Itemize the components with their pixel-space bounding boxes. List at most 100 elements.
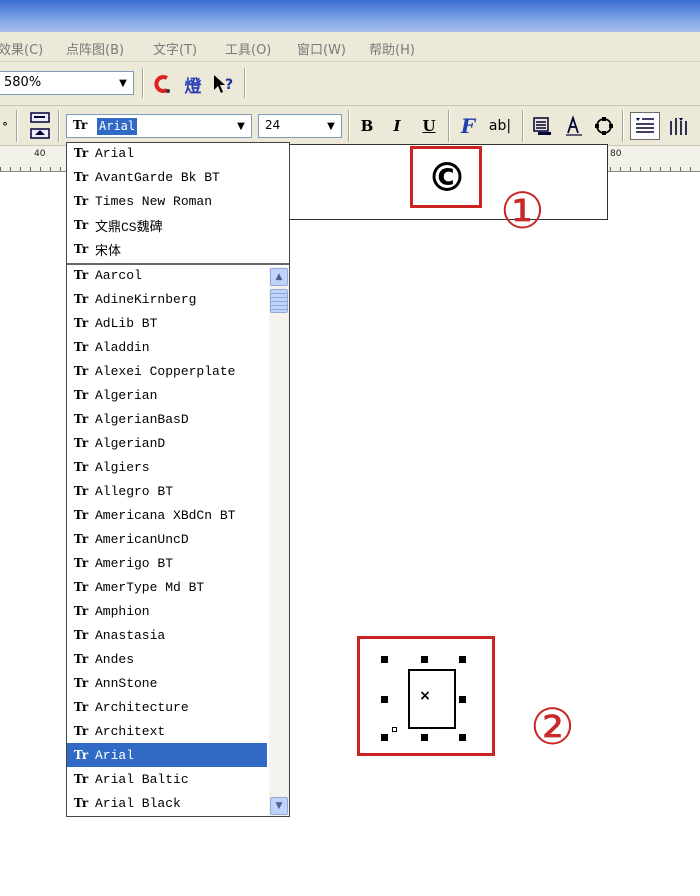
corel-launcher-icon[interactable] (150, 72, 174, 96)
font-name-input[interactable]: Arial (97, 118, 138, 135)
font-list-item[interactable]: Tr AmericanUncD (67, 527, 267, 551)
truetype-font-icon: Tr (73, 652, 89, 666)
font-list-item[interactable]: Tr AmerType Md BT (67, 575, 267, 599)
truetype-font-icon: Tr (73, 170, 89, 184)
scroll-down-button[interactable]: ▼ (270, 797, 288, 815)
font-list-scrollbar[interactable]: ▲ ▼ (269, 267, 289, 816)
chevron-down-icon[interactable]: ▼ (231, 115, 251, 137)
toolbar-separator (58, 110, 60, 142)
selection-handle[interactable] (421, 734, 428, 741)
font-list-item-selected[interactable]: Tr Arial (67, 743, 267, 767)
font-list-item[interactable]: Tr Arial Baltic (67, 767, 267, 791)
truetype-font-icon: Tr (73, 724, 89, 738)
selection-handle[interactable] (381, 696, 388, 703)
menu-text[interactable]: 文字(T) (153, 39, 197, 58)
font-list-item[interactable]: Tr Algerian (67, 383, 267, 407)
horizontal-text-icon[interactable] (630, 112, 660, 140)
font-list-item[interactable]: Tr Aladdin (67, 335, 267, 359)
copyright-glyph[interactable]: © (414, 150, 480, 206)
font-name-combo[interactable]: Tr Arial ▼ (66, 114, 252, 138)
chevron-down-icon[interactable]: ▼ (321, 115, 341, 137)
scrollbar-thumb[interactable] (270, 289, 288, 313)
corel-online-icon[interactable]: 燈 (180, 72, 206, 97)
truetype-font-icon: Tr (73, 268, 89, 282)
font-dropdown-list[interactable]: Tr Arial Tr AvantGarde Bk BT Tr Times New R… (66, 142, 290, 817)
chevron-down-icon[interactable]: ▼ (113, 72, 133, 94)
menu-tools[interactable]: 工具(O) (225, 39, 271, 58)
menu-help[interactable]: 帮助(H) (369, 39, 415, 58)
recent-font-item[interactable]: Tr Times New Roman (67, 189, 289, 213)
truetype-font-icon: Tr (73, 604, 89, 618)
toolbar-separator (142, 68, 144, 98)
whats-this-help-icon[interactable]: ? (210, 72, 236, 96)
format-text-icon[interactable]: F (456, 113, 480, 139)
italic-button[interactable]: I (386, 115, 408, 137)
toolbar-separator (244, 68, 246, 98)
font-list-item[interactable]: Tr Anastasia (67, 623, 267, 647)
edit-text-button[interactable]: ab| (486, 115, 514, 137)
selection-handle[interactable] (381, 734, 388, 741)
menu-bitmaps[interactable]: 点阵图(B) (66, 39, 124, 58)
zoom-level-combo[interactable]: 580% ▼ (0, 71, 134, 95)
selection-handle[interactable] (421, 656, 428, 663)
underline-button[interactable]: U (418, 115, 440, 137)
selection-handle[interactable] (381, 656, 388, 663)
font-list-item[interactable]: Tr Americana XBdCn BT (67, 503, 267, 527)
ruler-label-80: 80 (610, 149, 622, 159)
bold-button[interactable]: B (356, 115, 378, 137)
text-origin-marker[interactable] (392, 727, 397, 732)
selection-handle[interactable] (459, 656, 466, 663)
font-list-item[interactable]: Tr AdineKirnberg (67, 287, 267, 311)
font-list-item[interactable]: Tr AlgerianBasD (67, 407, 267, 431)
drop-cap-icon[interactable] (562, 114, 586, 138)
selected-object-frame[interactable] (408, 669, 456, 729)
truetype-font-icon: Tr (73, 700, 89, 714)
menu-window[interactable]: 窗口(W) (297, 39, 346, 58)
ruler-label-40: 40 (34, 149, 46, 159)
vertical-text-icon[interactable] (664, 112, 692, 140)
font-size-input[interactable]: 24 (265, 118, 280, 132)
truetype-font-icon: Tr (73, 484, 89, 498)
recent-font-item[interactable]: Tr Arial (67, 141, 289, 165)
text-property-bar: ° Tr Arial ▼ 24 ▼ B I U F ab| (0, 106, 700, 146)
truetype-font-icon: Tr (73, 388, 89, 402)
standard-toolbar: 580% ▼ 燈 ? (0, 62, 700, 106)
font-list-item[interactable]: Tr Algiers (67, 455, 267, 479)
truetype-font-icon: Tr (73, 508, 89, 522)
recent-font-item[interactable]: Tr 宋体 (67, 237, 289, 261)
font-size-combo[interactable]: 24 ▼ (258, 114, 342, 138)
recent-font-item[interactable]: Tr 文鼎CS魏碑 (67, 213, 289, 237)
toolbar-separator (448, 110, 450, 142)
font-list-item[interactable]: Tr AdLib BT (67, 311, 267, 335)
envelope-shape-icon[interactable] (592, 114, 616, 138)
menu-effects[interactable]: 效果(C) (0, 39, 43, 58)
toolbar-separator (16, 110, 18, 142)
font-list-item[interactable]: Tr Allegro BT (67, 479, 267, 503)
annotation-marker-2: ② (530, 698, 575, 756)
font-list-item[interactable]: Tr AlgerianD (67, 431, 267, 455)
scroll-up-button[interactable]: ▲ (270, 268, 288, 286)
bullet-list-icon[interactable] (530, 114, 554, 138)
menu-bar: 效果(C) 点阵图(B) 文字(T) 工具(O) 窗口(W) 帮助(H) (0, 32, 700, 62)
truetype-font-icon: Tr (73, 340, 89, 354)
font-list-item[interactable]: Tr Amerigo BT (67, 551, 267, 575)
toolbar-separator (622, 110, 624, 142)
font-list-item[interactable]: Tr Amphion (67, 599, 267, 623)
svg-text:?: ? (225, 77, 233, 93)
font-list-item[interactable]: Tr Andes (67, 647, 267, 671)
font-list-item[interactable]: Tr AnnStone (67, 671, 267, 695)
truetype-font-icon: Tr (73, 316, 89, 330)
toolbar-separator (522, 110, 524, 142)
truetype-font-icon: Tr (73, 556, 89, 570)
selection-handle[interactable] (459, 734, 466, 741)
text-orientation-icon[interactable] (28, 110, 54, 142)
selection-handle[interactable] (459, 696, 466, 703)
font-list-item[interactable]: Tr Architecture (67, 695, 267, 719)
font-list-item[interactable]: Tr Aarcol (67, 263, 267, 287)
recent-font-item[interactable]: Tr AvantGarde Bk BT (67, 165, 289, 189)
font-list-item[interactable]: Tr Arial Black (67, 791, 267, 815)
truetype-font-icon: Tr (73, 242, 89, 256)
truetype-font-icon: Tr (73, 194, 89, 208)
font-list-item[interactable]: Tr Alexei Copperplate (67, 359, 267, 383)
font-list-item[interactable]: Tr Architext (67, 719, 267, 743)
